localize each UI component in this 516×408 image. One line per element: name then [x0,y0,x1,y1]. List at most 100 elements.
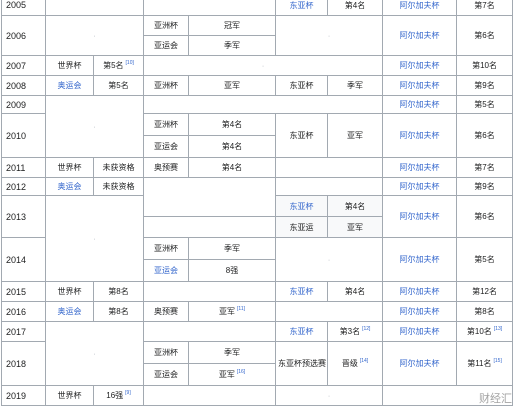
result-cell: 8强 [187,259,277,282]
table-row: 2019 世界杯 16强 [9] · [1,385,514,406]
table-row: 2012 奥运会 未获资格 阿尔加夫杯 第9名 [1,177,514,217]
competition-link[interactable]: 阿尔加夫杯 [382,0,458,16]
reference-link[interactable]: [14] [360,358,368,364]
year-cell: 2018 [1,341,46,386]
competition-link[interactable]: 奥运会 [45,75,94,96]
result-cell: 第4名 [327,0,384,16]
result-cell: 第4名 [187,157,277,178]
competition-link[interactable]: 奥运会 [45,177,94,196]
competition-link[interactable]: 亚运会 [143,135,189,158]
result-cell: 亚军 [327,216,384,238]
year-cell: 2005 [1,0,46,16]
year-cell: 2008 [1,75,46,96]
competition-link[interactable]: 世界杯 [45,157,94,178]
result-cell: 第12名 [456,281,514,302]
empty-cell: · [275,385,384,406]
reference-link[interactable]: [9] [125,390,131,396]
competition-link[interactable]: 东亚杯 [275,113,329,158]
year-cell: 2013 [1,195,46,238]
result-cell: 第10名 [456,55,514,76]
empty-cell: · [275,15,384,56]
reference-link[interactable]: [16] [237,369,245,375]
result-cell: 第6名 [456,15,514,56]
empty-cell [142,216,277,238]
competition-link[interactable]: 奥运会 [45,301,94,322]
competition-link[interactable]: 奥预赛 [143,301,189,322]
competition-link[interactable]: 亚洲杯 [143,341,189,364]
competition-link[interactable]: 阿尔加夫杯 [382,75,458,96]
competition-link[interactable]: 东亚杯 [275,0,329,16]
empty-cell [142,321,277,342]
table-row: 2008 奥运会 第5名 亚洲杯 亚军 东亚杯 季军 阿尔加夫杯 第9名 [1,75,514,96]
empty-cell [275,157,384,178]
competition-link[interactable]: 东亚运 [275,216,329,238]
result-cell: 季军 [327,75,384,96]
table-row: 2009 · 阿尔加夫杯 第5名 [1,95,514,158]
competition-link[interactable]: 阿尔加夫杯 [382,15,458,56]
result-cell: 第7名 [456,0,514,16]
result-cell: 第9名 [456,177,514,196]
result-cell: 第8名 [93,281,144,302]
competition-link[interactable]: 亚运会 [143,259,189,282]
reference-link[interactable]: [12] [362,326,370,332]
year-cell: 2019 [1,385,46,406]
competition-link[interactable]: 亚洲杯 [143,237,189,260]
competition-link[interactable]: 亚洲杯 [143,15,189,36]
competition-link[interactable]: 奥预赛 [143,157,189,178]
competition-link[interactable]: 世界杯 [45,55,94,76]
empty-cell: · [142,55,384,76]
result-cell: 第4名 [327,195,384,217]
empty-cell [142,385,277,406]
table-row: 2011 世界杯 未获资格 奥预赛 第4名 阿尔加夫杯 第7名 [1,157,514,178]
table-row: 2017 · 东亚杯 第3名 [12] 阿尔加夫杯 第10名 [13] [1,321,514,386]
competition-link[interactable]: 东亚杯 [275,321,329,342]
competition-link[interactable]: 阿尔加夫杯 [382,301,458,322]
competition-link[interactable]: 亚洲杯 [143,75,189,96]
result-cell: 第8名 [93,301,144,322]
reference-link[interactable]: [11] [237,306,245,312]
competition-link[interactable]: 阿尔加夫杯 [382,113,458,158]
competition-link[interactable]: 阿尔加夫杯 [382,281,458,302]
competition-link[interactable]: 世界杯 [45,281,94,302]
result-cell: 未获资格 [93,157,144,178]
result-cell: 第4名 [327,281,384,302]
table-row: 2016 奥运会 第8名 奥预赛 亚军 [11] 阿尔加夫杯 第8名 [1,301,514,322]
competition-link[interactable]: 阿尔加夫杯 [382,341,458,386]
competition-link[interactable]: 亚运会 [143,363,189,386]
reference-link[interactable]: [13] [494,326,502,332]
competition-link[interactable]: 阿尔加夫杯 [382,95,458,114]
reference-link[interactable]: [10] [126,60,134,66]
result-cell: 第8名 [456,301,514,322]
competition-link[interactable]: 东亚杯 [275,195,329,217]
competition-link[interactable]: 东亚杯 [275,75,329,96]
result-cell: 第6名 [456,195,514,238]
year-cell: 2010 [1,113,46,158]
year-cell: 2011 [1,157,46,178]
result-cell: 第7名 [456,157,514,178]
result-cell: 16强 [9] [93,385,144,406]
competition-link[interactable]: 亚洲杯 [143,113,189,136]
reference-link[interactable]: [15] [494,358,502,364]
competition-link[interactable]: 东亚杯 [275,281,329,302]
competition-link[interactable]: 阿尔加夫杯 [382,195,458,238]
year-cell: 2016 [1,301,46,322]
year-cell: 2012 [1,177,46,196]
table-row: 2006 · 亚洲杯 冠军 · 阿尔加夫杯 第6名 [1,15,514,56]
empty-cell: · [45,15,144,56]
year-cell: 2015 [1,281,46,302]
empty-cell: · [275,237,384,282]
competition-link[interactable]: 东亚杯预选赛 [275,341,329,386]
competition-link[interactable]: 阿尔加夫杯 [382,157,458,178]
competition-link[interactable]: 阿尔加夫杯 [382,321,458,342]
competition-link[interactable]: 阿尔加夫杯 [382,177,458,196]
result-cell: 季军 [187,35,277,56]
competition-link[interactable]: 亚运会 [143,35,189,56]
competition-link[interactable]: 阿尔加夫杯 [382,237,458,282]
result-cell: 第5名 [10] [93,55,144,76]
result-cell: 第5名 [456,237,514,282]
result-cell: 第3名 [12] [327,321,384,342]
empty-cell [45,0,144,16]
competition-link[interactable]: 世界杯 [45,385,94,406]
competition-link[interactable]: 阿尔加夫杯 [382,55,458,76]
empty-cell: · [45,321,144,386]
